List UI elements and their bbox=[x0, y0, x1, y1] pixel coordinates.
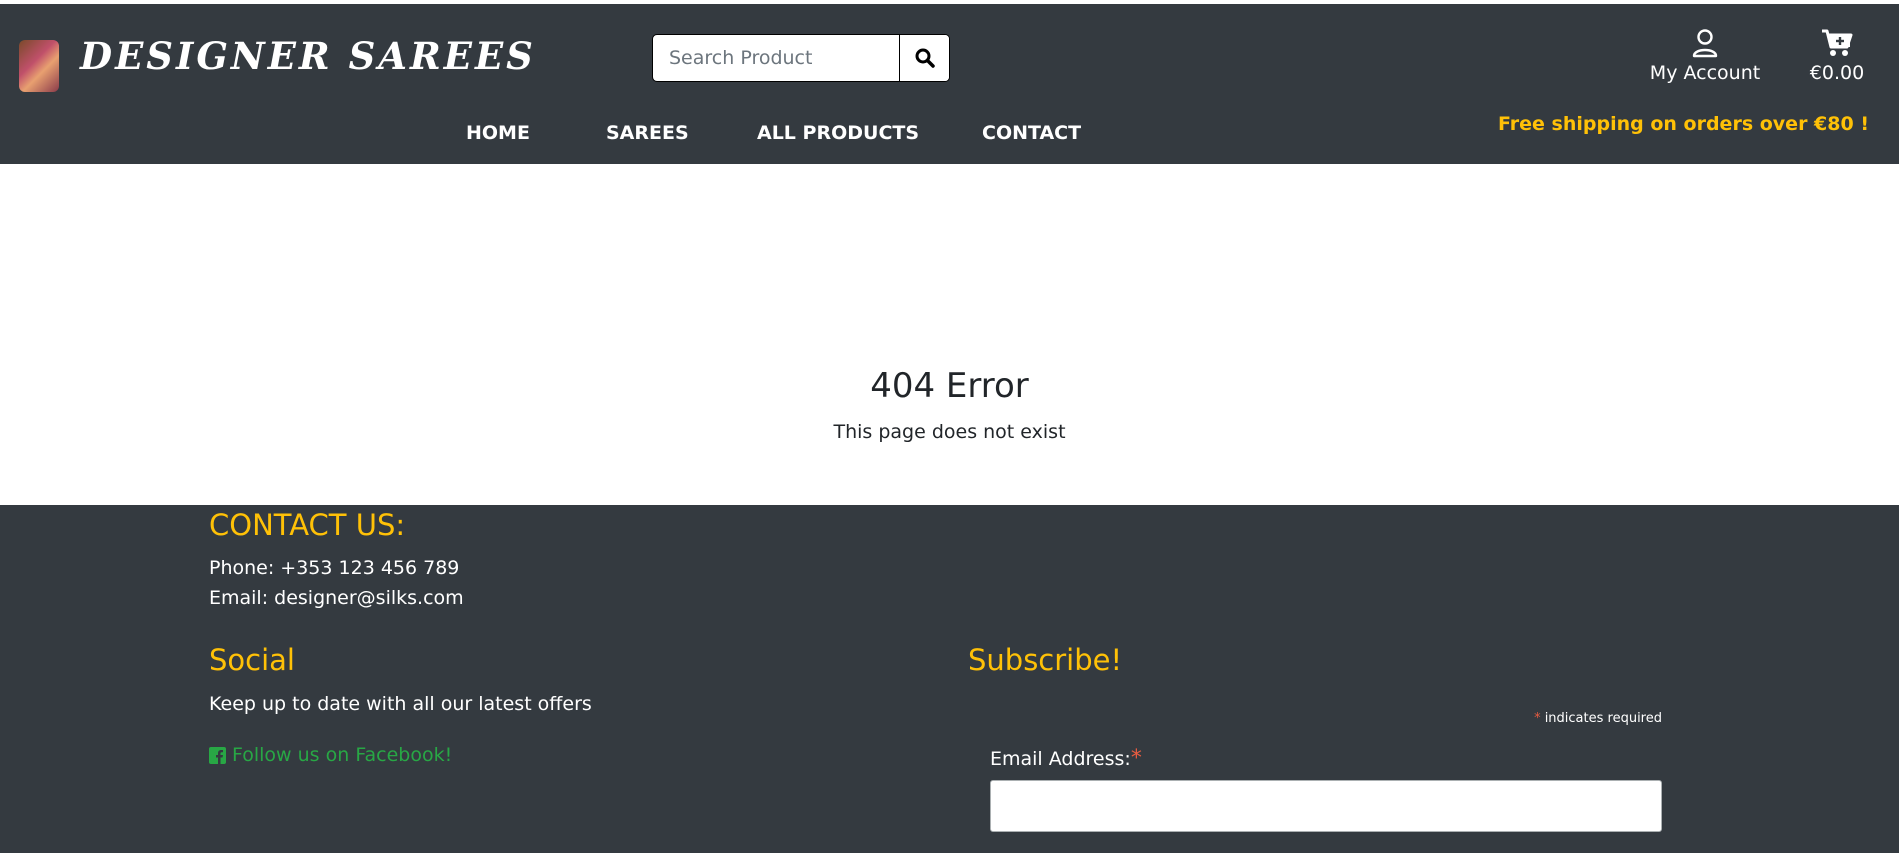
search-input[interactable] bbox=[653, 35, 899, 81]
my-account-link[interactable]: My Account bbox=[1640, 28, 1770, 84]
cart-link[interactable]: €0.00 bbox=[1800, 28, 1874, 84]
email-address-input[interactable] bbox=[990, 780, 1662, 832]
free-shipping-banner: Free shipping on orders over €80 ! bbox=[1498, 113, 1869, 135]
user-icon bbox=[1692, 29, 1718, 58]
brand-title[interactable]: DESIGNER SAREES bbox=[80, 34, 536, 78]
contact-phone: Phone: +353 123 456 789 bbox=[209, 557, 460, 579]
site-header: DESIGNER SAREES My Account €0.00 HOME bbox=[0, 4, 1899, 164]
search-form bbox=[652, 34, 950, 82]
cart-total: €0.00 bbox=[1809, 62, 1865, 84]
contact-email: Email: designer@silks.com bbox=[209, 587, 464, 609]
facebook-link-label: Follow us on Facebook! bbox=[232, 744, 453, 766]
error-message: This page does not exist bbox=[833, 421, 1066, 443]
email-label-text: Email Address: bbox=[990, 748, 1131, 770]
subscribe-heading: Subscribe! bbox=[968, 643, 1123, 677]
site-footer: CONTACT US: Phone: +353 123 456 789 Emai… bbox=[0, 505, 1899, 853]
contact-heading: CONTACT US: bbox=[209, 508, 406, 542]
logo-image[interactable] bbox=[19, 40, 59, 92]
nav-home[interactable]: HOME bbox=[466, 122, 530, 144]
social-text: Keep up to date with all our latest offe… bbox=[209, 693, 592, 715]
social-heading: Social bbox=[209, 643, 295, 677]
account-label: My Account bbox=[1649, 62, 1761, 84]
nav-all-products[interactable]: ALL PRODUCTS bbox=[757, 122, 919, 144]
facebook-link[interactable]: Follow us on Facebook! bbox=[209, 744, 452, 766]
cart-plus-icon bbox=[1822, 29, 1853, 56]
email-address-label: Email Address:* bbox=[990, 746, 1142, 771]
required-note: * indicates required bbox=[1534, 711, 1662, 726]
search-icon bbox=[915, 48, 935, 68]
nav-contact[interactable]: CONTACT bbox=[982, 122, 1081, 144]
search-button[interactable] bbox=[899, 35, 949, 81]
required-note-text: indicates required bbox=[1540, 711, 1662, 726]
email-required-asterisk: * bbox=[1130, 746, 1142, 771]
nav-sarees[interactable]: SAREES bbox=[606, 122, 689, 144]
error-title: 404 Error bbox=[870, 366, 1029, 406]
facebook-icon bbox=[209, 746, 226, 764]
